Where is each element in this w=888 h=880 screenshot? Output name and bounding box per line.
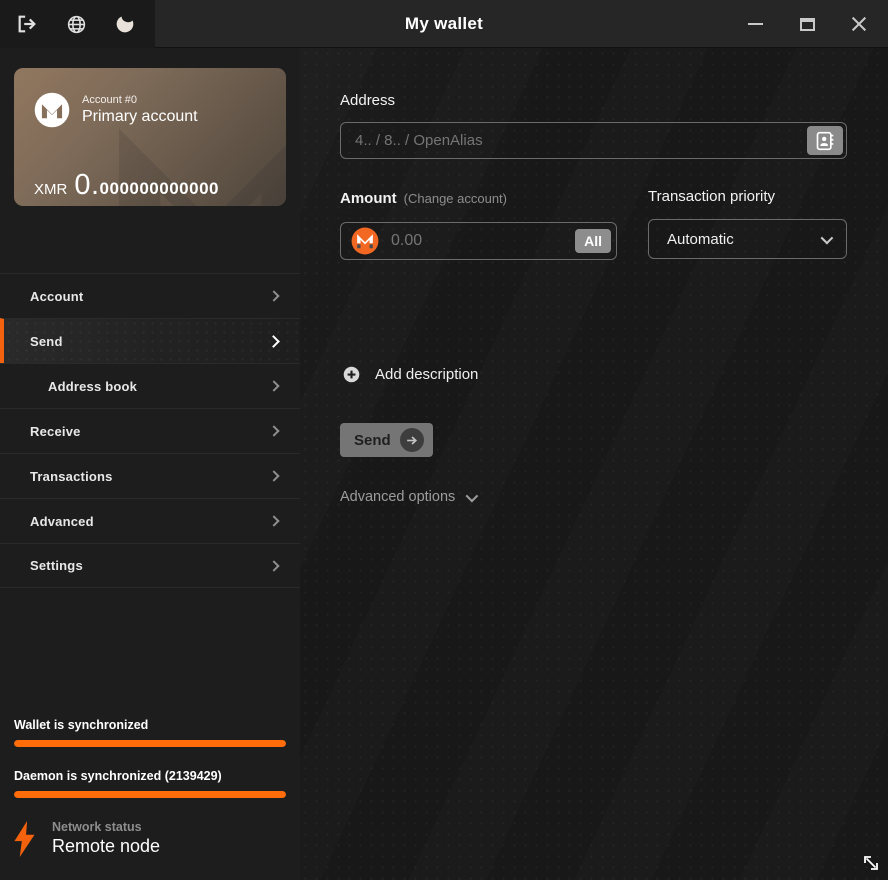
maximize-icon[interactable] bbox=[796, 13, 818, 35]
minimize-icon[interactable] bbox=[744, 13, 766, 35]
account-card-text: Account #0 Primary account bbox=[82, 94, 198, 126]
amount-field-block: Amount (Change account) All bbox=[340, 190, 617, 260]
change-account-link[interactable]: (Change account) bbox=[404, 191, 507, 206]
sidebar-item-settings[interactable]: Settings bbox=[0, 543, 300, 588]
sidebar-item-label: Address book bbox=[48, 378, 138, 394]
chevron-right-icon bbox=[268, 559, 280, 572]
sidebar-item-label: Send bbox=[30, 333, 63, 349]
sidebar-item-advanced[interactable]: Advanced bbox=[0, 498, 300, 543]
address-label: Address bbox=[340, 92, 396, 109]
sidebar-item-label: Advanced bbox=[30, 513, 94, 529]
chevron-right-icon bbox=[268, 425, 280, 437]
wallet-sync-progress-fill bbox=[14, 740, 286, 747]
sidebar-item-label: Settings bbox=[30, 558, 83, 573]
chevron-right-icon bbox=[268, 380, 280, 392]
address-field-block: Address bbox=[340, 92, 847, 159]
chevron-right-icon bbox=[268, 290, 280, 302]
moon-icon[interactable] bbox=[114, 13, 136, 35]
sidebar-item-account[interactable]: Account bbox=[0, 273, 300, 318]
sidebar-item-label: Transactions bbox=[30, 468, 113, 484]
resize-diagonal-icon[interactable] bbox=[861, 853, 881, 873]
sidebar: Account #0 Primary account XMR 0. 000000… bbox=[0, 48, 300, 880]
lightning-icon bbox=[14, 821, 35, 857]
chevron-right-icon bbox=[268, 515, 280, 527]
sidebar-item-send[interactable]: Send bbox=[0, 318, 300, 363]
sync-status-panel: Wallet is synchronized Daemon is synchro… bbox=[0, 718, 300, 872]
monero-coin-icon bbox=[351, 227, 379, 255]
add-description-button[interactable]: Add description bbox=[343, 366, 478, 383]
sidebar-item-transactions[interactable]: Transactions bbox=[0, 453, 300, 498]
chevron-down-icon bbox=[465, 489, 479, 502]
priority-selected-value: Automatic bbox=[667, 230, 734, 248]
amount-label: Amount bbox=[340, 190, 397, 207]
account-number-label: Account #0 bbox=[82, 94, 138, 106]
titlebar-left-section bbox=[0, 0, 155, 48]
arrow-right-icon bbox=[399, 428, 424, 452]
address-input[interactable] bbox=[340, 122, 847, 159]
advanced-options-toggle[interactable]: Advanced options bbox=[340, 489, 479, 505]
account-name: Primary account bbox=[82, 108, 198, 125]
chevron-right-icon bbox=[268, 470, 280, 482]
wallet-sync-label: Wallet is synchronized bbox=[14, 718, 149, 732]
sidebar-item-receive[interactable]: Receive bbox=[0, 408, 300, 453]
chevron-down-icon bbox=[820, 231, 834, 244]
sidebar-item-address-book[interactable]: Address book bbox=[0, 363, 300, 408]
monero-logo-icon bbox=[34, 92, 70, 128]
globe-icon[interactable] bbox=[65, 13, 87, 35]
priority-label: Transaction priority bbox=[648, 188, 775, 205]
network-status-text: Network status Remote node bbox=[52, 820, 160, 858]
titlebar: My wallet bbox=[0, 0, 888, 48]
chevron-right-icon bbox=[267, 334, 280, 348]
amount-all-button[interactable]: All bbox=[575, 229, 611, 253]
window-controls bbox=[744, 0, 888, 48]
sidebar-menu: Account Send Address book Receive Transa… bbox=[0, 273, 300, 588]
balance: XMR 0. 000000000000 bbox=[34, 169, 219, 206]
send-page: Address Amount (Change account) bbox=[300, 48, 888, 880]
account-card[interactable]: Account #0 Primary account XMR 0. 000000… bbox=[14, 68, 286, 206]
priority-dropdown[interactable]: Automatic bbox=[648, 219, 847, 259]
network-status-row[interactable]: Network status Remote node bbox=[12, 820, 300, 858]
send-button-label: Send bbox=[354, 431, 391, 449]
logout-icon[interactable] bbox=[16, 13, 38, 35]
daemon-sync-progress-fill bbox=[14, 791, 286, 798]
advanced-options-label: Advanced options bbox=[340, 489, 456, 505]
address-book-icon bbox=[816, 131, 834, 150]
daemon-sync-label: Daemon is synchronized (2139429) bbox=[14, 769, 222, 783]
monero-wallet-window: My wallet Account #0 Primary account XMR… bbox=[0, 0, 888, 880]
address-book-button[interactable] bbox=[807, 126, 843, 155]
close-icon[interactable] bbox=[848, 13, 870, 35]
daemon-sync-progressbar bbox=[14, 791, 286, 798]
balance-integer: 0. bbox=[74, 169, 100, 201]
balance-fraction: 000000000000 bbox=[99, 179, 219, 198]
add-description-label: Add description bbox=[375, 366, 479, 383]
plus-circle-icon bbox=[343, 366, 360, 383]
network-status-label: Network status bbox=[52, 820, 142, 834]
priority-field-block: Transaction priority Automatic bbox=[648, 188, 847, 259]
wallet-sync-progressbar bbox=[14, 740, 286, 747]
balance-currency: XMR bbox=[34, 181, 68, 198]
network-status-value: Remote node bbox=[52, 836, 161, 856]
sidebar-item-label: Receive bbox=[30, 423, 81, 439]
send-button[interactable]: Send bbox=[340, 423, 433, 457]
sidebar-item-label: Account bbox=[30, 288, 84, 304]
